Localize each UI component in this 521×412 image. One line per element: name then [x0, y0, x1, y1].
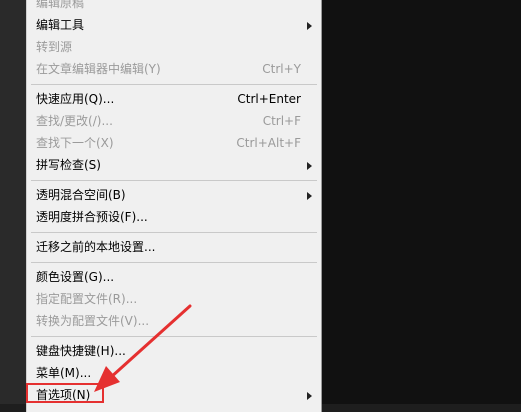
arrow-annotation-icon: [94, 304, 192, 392]
